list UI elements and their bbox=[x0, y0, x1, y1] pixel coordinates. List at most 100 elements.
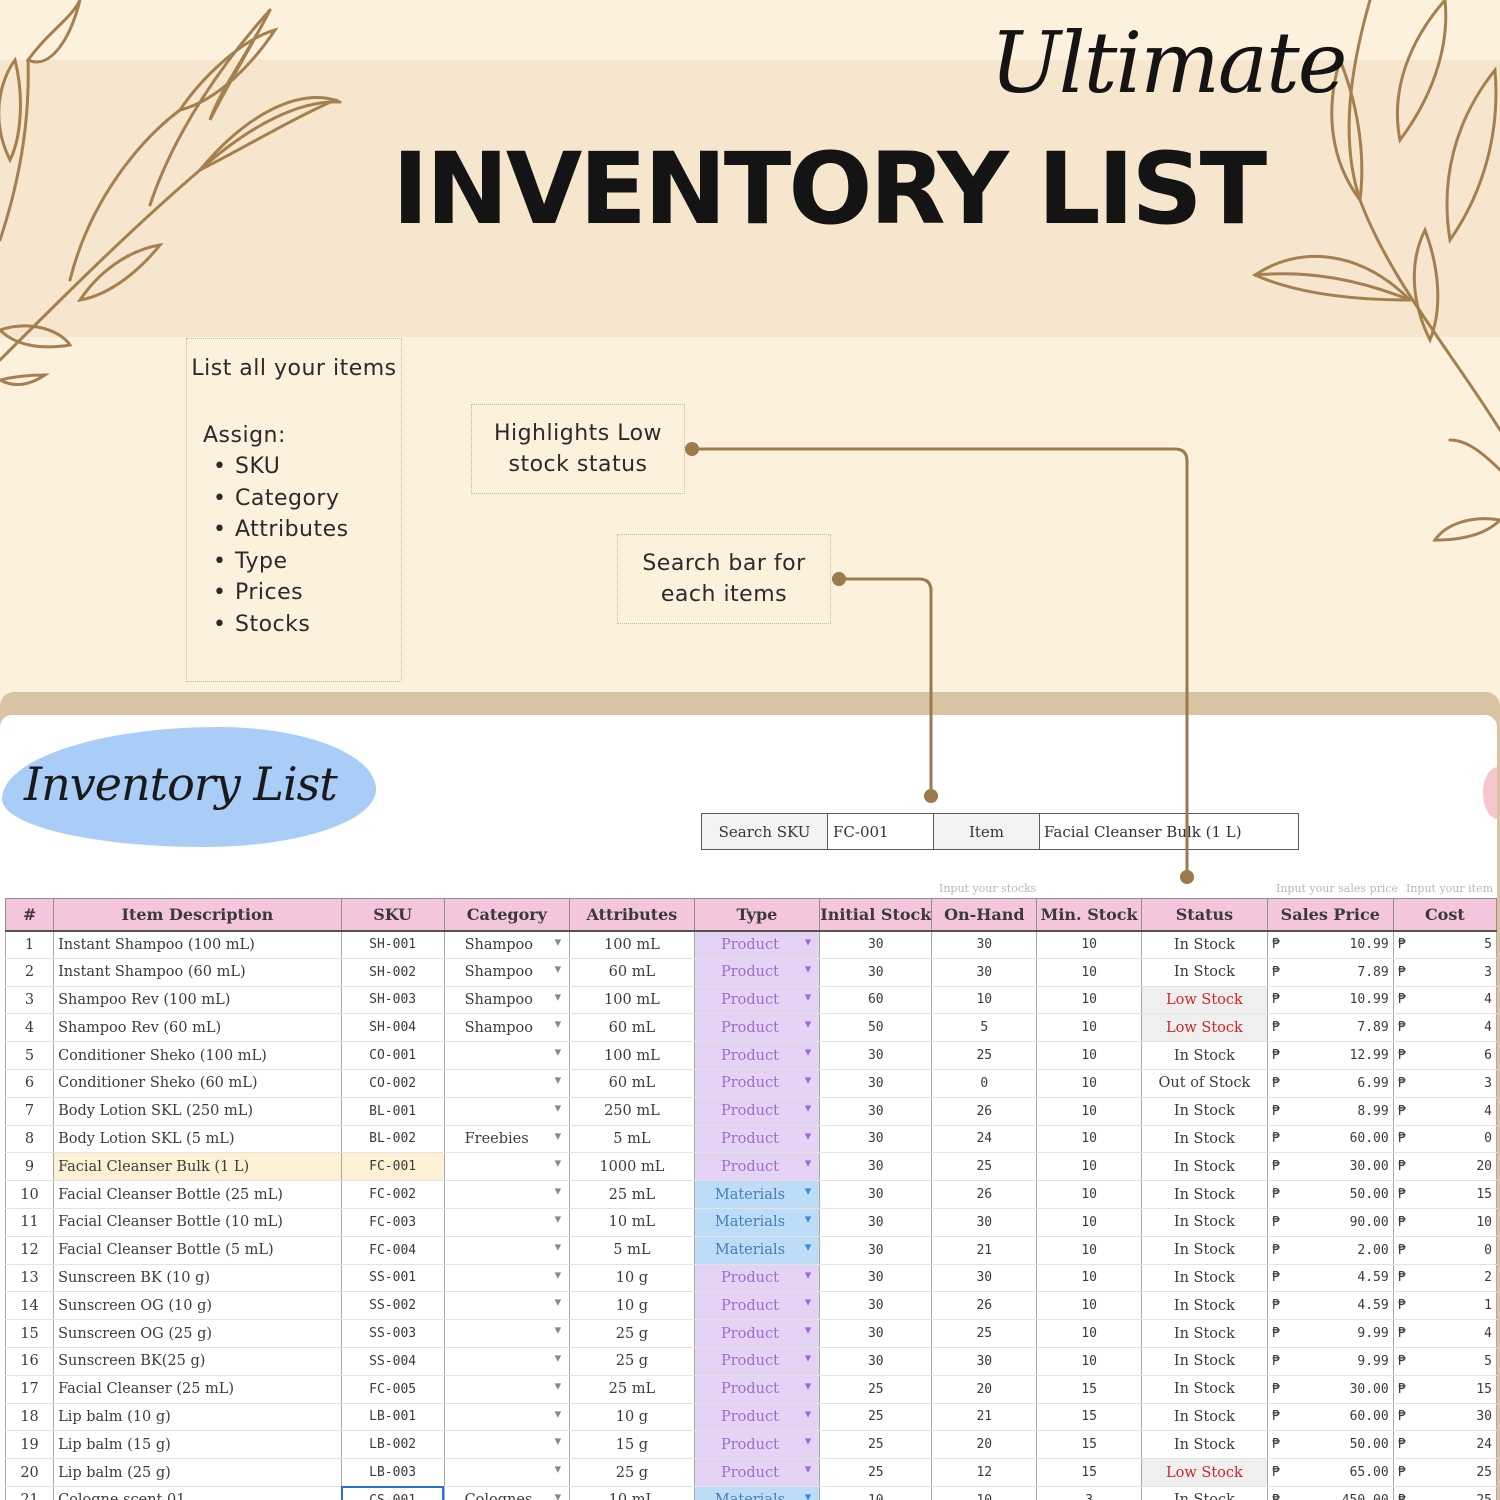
cell-sku[interactable]: CO-002 bbox=[341, 1069, 445, 1098]
cell-initial-stock[interactable]: 50 bbox=[819, 1013, 933, 1043]
table-row[interactable]: 19Lip balm (15 g)LB-002 15 gProduct252015… bbox=[4, 1430, 1497, 1460]
cell-cost[interactable]: ₱ 15 bbox=[1393, 1180, 1497, 1209]
cell-on-hand[interactable]: 12 bbox=[931, 1458, 1038, 1487]
cell-on-hand[interactable]: 30 bbox=[931, 930, 1038, 959]
table-row[interactable]: 21Cologne scent 01CS-001Colognes10 mLMat… bbox=[4, 1486, 1497, 1500]
cell-sales-price[interactable]: ₱ 30.00 bbox=[1267, 1375, 1394, 1404]
cell-initial-stock[interactable]: 25 bbox=[819, 1375, 933, 1404]
cell-item-description[interactable]: Shampoo Rev (60 mL) bbox=[53, 1013, 342, 1043]
cell-cost[interactable]: ₱ 25 bbox=[1393, 1486, 1497, 1500]
cell-min-stock[interactable]: 10 bbox=[1036, 1097, 1142, 1126]
cell-category-dropdown[interactable] bbox=[444, 1041, 571, 1070]
cell-attributes[interactable]: 25 g bbox=[569, 1319, 695, 1348]
cell-on-hand[interactable]: 26 bbox=[931, 1291, 1038, 1321]
cell-cost[interactable]: ₱ 5 bbox=[1393, 930, 1497, 959]
cell-cost[interactable]: ₱ 4 bbox=[1393, 1097, 1497, 1126]
cell-attributes[interactable]: 5 mL bbox=[569, 1236, 695, 1265]
cell-min-stock[interactable]: 10 bbox=[1036, 1264, 1142, 1293]
cell-min-stock[interactable]: 15 bbox=[1036, 1403, 1142, 1432]
cell-type-dropdown[interactable]: Product bbox=[694, 1013, 821, 1043]
cell-sku[interactable]: SS-003 bbox=[341, 1319, 445, 1348]
cell-initial-stock[interactable]: 30 bbox=[819, 1208, 933, 1237]
cell-sku[interactable]: FC-005 bbox=[341, 1375, 445, 1404]
cell-item-description[interactable]: Facial Cleanser Bottle (10 mL) bbox=[53, 1208, 342, 1237]
cell-on-hand[interactable]: 25 bbox=[931, 1041, 1038, 1070]
cell-sales-price[interactable]: ₱ 450.00 bbox=[1267, 1486, 1394, 1500]
cell-attributes[interactable]: 100 mL bbox=[569, 986, 695, 1015]
cell-item-description[interactable]: Lip balm (15 g) bbox=[53, 1430, 342, 1460]
cell-attributes[interactable]: 5 mL bbox=[569, 1125, 695, 1154]
cell-initial-stock[interactable]: 30 bbox=[819, 1152, 933, 1182]
cell-sku[interactable]: SH-001 bbox=[341, 930, 445, 959]
cell-item-description[interactable]: Facial Cleanser Bottle (25 mL) bbox=[53, 1180, 342, 1209]
cell-item-description[interactable]: Body Lotion SKL (5 mL) bbox=[53, 1125, 342, 1154]
cell-category-dropdown[interactable] bbox=[444, 1403, 571, 1432]
cell-attributes[interactable]: 25 mL bbox=[569, 1180, 695, 1209]
cell-on-hand[interactable]: 10 bbox=[931, 986, 1038, 1015]
col-header-number[interactable]: # bbox=[4, 898, 55, 932]
cell-on-hand[interactable]: 26 bbox=[931, 1180, 1038, 1209]
cell-sales-price[interactable]: ₱ 10.99 bbox=[1267, 986, 1394, 1015]
cell-min-stock[interactable]: 10 bbox=[1036, 958, 1142, 987]
cell-type-dropdown[interactable]: Product bbox=[694, 1403, 821, 1432]
cell-sku[interactable]: CS-001 bbox=[341, 1486, 445, 1500]
cell-category-dropdown[interactable] bbox=[444, 1236, 571, 1265]
cell-type-dropdown[interactable]: Product bbox=[694, 1264, 821, 1293]
cell-type-dropdown[interactable]: Product bbox=[694, 986, 821, 1015]
cell-sales-price[interactable]: ₱ 4.59 bbox=[1267, 1291, 1394, 1321]
cell-initial-stock[interactable]: 30 bbox=[819, 1291, 933, 1321]
cell-category-dropdown[interactable]: Colognes bbox=[444, 1486, 571, 1500]
cell-cost[interactable]: ₱ 4 bbox=[1393, 1013, 1497, 1043]
cell-category-dropdown[interactable] bbox=[444, 1152, 571, 1182]
cell-attributes[interactable]: 10 g bbox=[569, 1403, 695, 1432]
cell-sales-price[interactable]: ₱ 50.00 bbox=[1267, 1180, 1394, 1209]
cell-item-description[interactable]: Sunscreen BK (10 g) bbox=[53, 1264, 342, 1293]
table-row[interactable]: 2Instant Shampoo (60 mL)SH-002Shampoo60 … bbox=[4, 958, 1497, 987]
cell-cost[interactable]: ₱ 5 bbox=[1393, 1347, 1497, 1376]
cell-on-hand[interactable]: 25 bbox=[931, 1152, 1038, 1182]
cell-category-dropdown[interactable]: Freebies bbox=[444, 1125, 571, 1154]
cell-category-dropdown[interactable] bbox=[444, 1069, 571, 1098]
cell-sales-price[interactable]: ₱ 60.00 bbox=[1267, 1125, 1394, 1154]
cell-min-stock[interactable]: 10 bbox=[1036, 1208, 1142, 1237]
cell-sku[interactable]: SS-004 bbox=[341, 1347, 445, 1376]
cell-type-dropdown[interactable]: Materials bbox=[694, 1486, 821, 1500]
cell-min-stock[interactable]: 10 bbox=[1036, 1069, 1142, 1098]
table-row[interactable]: 11Facial Cleanser Bottle (10 mL)FC-003 10… bbox=[4, 1208, 1497, 1237]
cell-initial-stock[interactable]: 60 bbox=[819, 986, 933, 1015]
table-row[interactable]: 18Lip balm (10 g)LB-001 10 gProduct252115… bbox=[4, 1403, 1497, 1432]
col-header-initial-stock[interactable]: Initial Stock bbox=[819, 898, 933, 932]
table-row[interactable]: 1Instant Shampoo (100 mL)SH-001Shampoo10… bbox=[4, 930, 1497, 959]
cell-initial-stock[interactable]: 30 bbox=[819, 1069, 933, 1098]
cell-on-hand[interactable]: 24 bbox=[931, 1125, 1038, 1154]
cell-sku[interactable]: SH-003 bbox=[341, 986, 445, 1015]
cell-sales-price[interactable]: ₱ 90.00 bbox=[1267, 1208, 1394, 1237]
cell-type-dropdown[interactable]: Product bbox=[694, 1069, 821, 1098]
cell-type-dropdown[interactable]: Product bbox=[694, 1152, 821, 1182]
cell-sku[interactable]: FC-003 bbox=[341, 1208, 445, 1237]
cell-sales-price[interactable]: ₱ 65.00 bbox=[1267, 1458, 1394, 1487]
cell-category-dropdown[interactable]: Shampoo bbox=[444, 958, 571, 987]
cell-on-hand[interactable]: 30 bbox=[931, 1347, 1038, 1376]
table-row[interactable]: 14Sunscreen OG (10 g)SS-002 10 gProduct30… bbox=[4, 1291, 1497, 1321]
cell-min-stock[interactable]: 10 bbox=[1036, 1152, 1142, 1182]
cell-cost[interactable]: ₱ 10 bbox=[1393, 1208, 1497, 1237]
col-header-min-stock[interactable]: Min. Stock bbox=[1036, 898, 1142, 932]
cell-sku[interactable]: LB-002 bbox=[341, 1430, 445, 1460]
cell-sales-price[interactable]: ₱ 2.00 bbox=[1267, 1236, 1394, 1265]
table-row[interactable]: 3Shampoo Rev (100 mL)SH-003Shampoo100 mL… bbox=[4, 986, 1497, 1015]
table-row[interactable]: 9Facial Cleanser Bulk (1 L)FC-001 1000 mL… bbox=[4, 1152, 1497, 1182]
cell-attributes[interactable]: 1000 mL bbox=[569, 1152, 695, 1182]
cell-initial-stock[interactable]: 25 bbox=[819, 1458, 933, 1487]
table-row[interactable]: 8Body Lotion SKL (5 mL)BL-002Freebies5 m… bbox=[4, 1125, 1497, 1154]
cell-type-dropdown[interactable]: Product bbox=[694, 1375, 821, 1404]
cell-category-dropdown[interactable] bbox=[444, 1319, 571, 1348]
col-header-item-description[interactable]: Item Description bbox=[53, 898, 342, 932]
cell-category-dropdown[interactable] bbox=[444, 1264, 571, 1293]
cell-item-description[interactable]: Facial Cleanser Bulk (1 L) bbox=[53, 1152, 342, 1182]
cell-sku[interactable]: FC-002 bbox=[341, 1180, 445, 1209]
cell-initial-stock[interactable]: 30 bbox=[819, 1041, 933, 1070]
table-row[interactable]: 7Body Lotion SKL (250 mL)BL-001 250 mLPro… bbox=[4, 1097, 1497, 1126]
cell-category-dropdown[interactable] bbox=[444, 1291, 571, 1321]
cell-cost[interactable]: ₱ 2 bbox=[1393, 1264, 1497, 1293]
